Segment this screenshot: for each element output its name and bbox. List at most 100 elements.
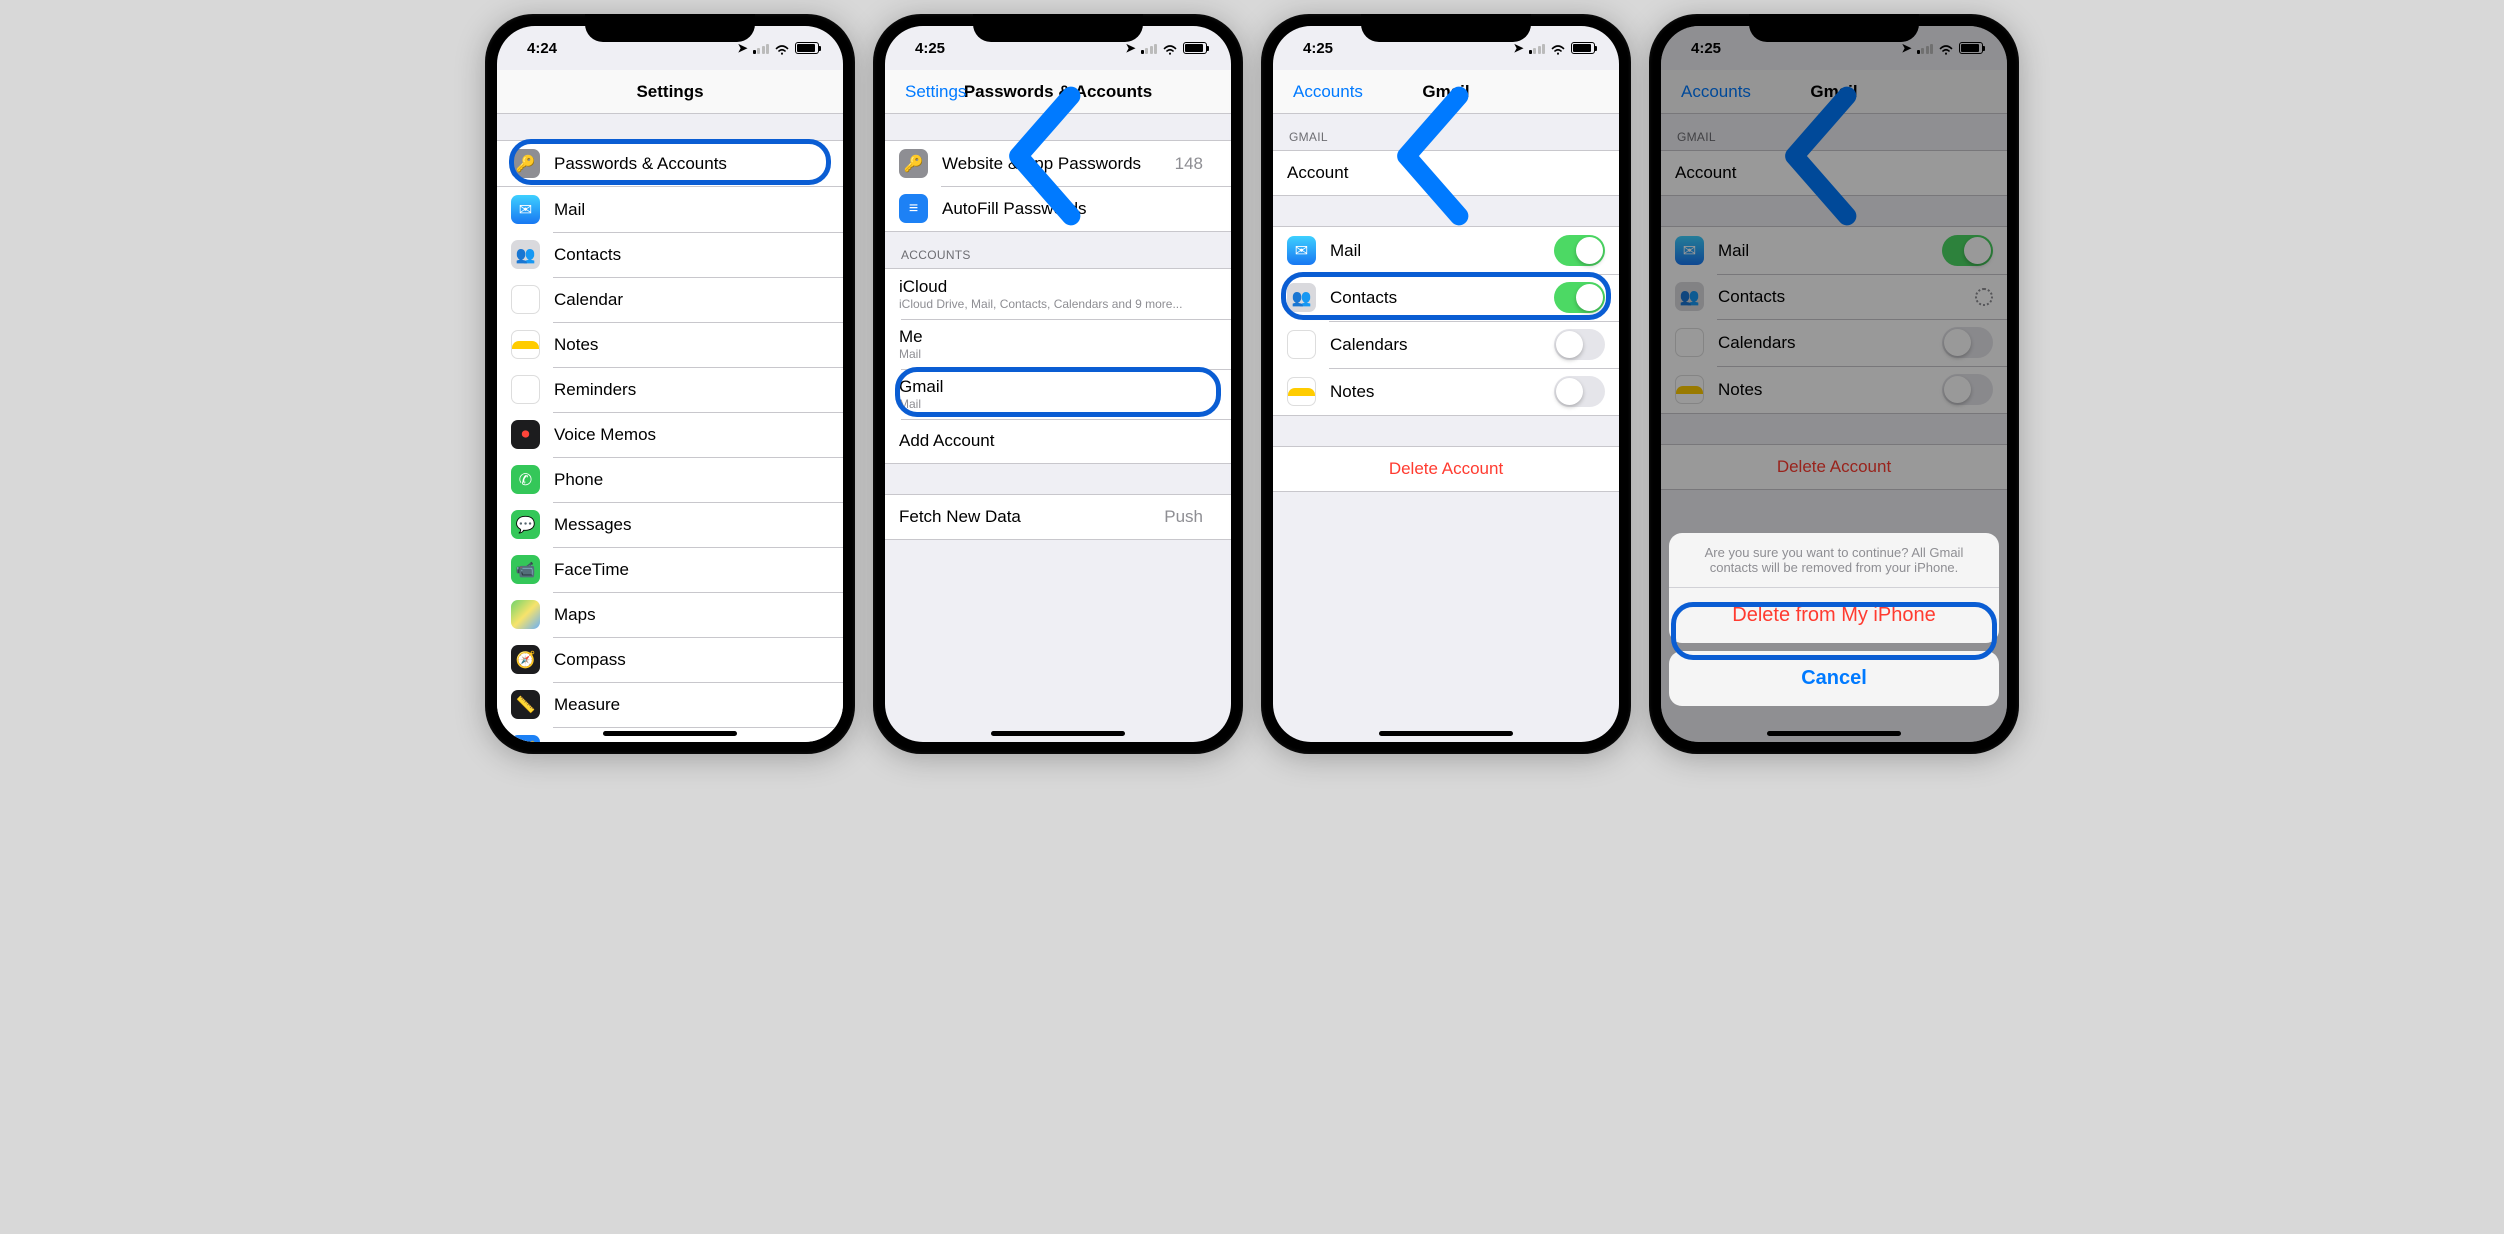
notes-icon [1287,377,1316,406]
battery-icon [1183,42,1207,54]
wifi-icon [774,42,790,54]
cell-notes-toggle[interactable]: Notes [1273,368,1619,415]
measure-icon: 📏 [511,690,540,719]
cell-voice-memos[interactable]: ⏺ Voice Memos [497,412,843,457]
cell-mail[interactable]: ✉︎ Mail [497,187,843,232]
cellular-icon [753,43,770,54]
notch [585,14,755,42]
cell-calendars-toggle[interactable]: Calendars [1273,321,1619,368]
cell-compass[interactable]: 🧭 Compass [497,637,843,682]
chevron-right-icon [821,698,829,712]
chevron-right-icon [1597,166,1605,180]
cell-notes[interactable]: Notes [497,322,843,367]
back-button[interactable]: Accounts [1273,81,1363,103]
chevron-right-icon [1209,157,1217,171]
cell-maps[interactable]: Maps [497,592,843,637]
cell-mail-toggle[interactable]: ✉︎ Mail [1273,227,1619,274]
section-header-accounts: ACCOUNTS [885,232,1231,268]
mail-icon: ✉︎ [1287,236,1316,265]
phone-frame-1: 4:24 ➤ Settings 🔑 Passwords & Accounts ✉… [485,14,855,754]
location-icon: ➤ [1125,41,1135,55]
wifi-icon [1162,42,1178,54]
key-icon: 🔑 [511,149,540,178]
toggle-contacts[interactable] [1554,282,1605,313]
cell-facetime[interactable]: 📹 FaceTime [497,547,843,592]
phone-frame-4: 4:25 ➤ Accounts Gmail GMAIL Account ✉︎ M… [1649,14,2019,754]
cellular-icon [1529,43,1546,54]
chevron-right-icon [821,653,829,667]
wifi-icon [1550,42,1566,54]
cell-add-account[interactable]: Add Account [885,419,1231,463]
notes-icon [511,330,540,359]
cell-contacts-toggle[interactable]: 👥 Contacts [1273,274,1619,321]
chevron-right-icon [1209,287,1217,301]
navbar: Settings [497,70,843,114]
chevron-right-icon [821,428,829,442]
cell-reminders[interactable]: Reminders [497,367,843,412]
navbar: Accounts Gmail [1273,70,1619,114]
cell-phone[interactable]: ✆ Phone [497,457,843,502]
navbar: Settings Passwords & Accounts [885,70,1231,114]
home-indicator[interactable] [603,731,737,736]
toggle-mail[interactable] [1554,235,1605,266]
status-time: 4:25 [915,40,945,57]
cell-messages[interactable]: 💬 Messages [497,502,843,547]
chevron-right-icon [821,248,829,262]
cell-me-account[interactable]: Me Mail [885,319,1231,369]
delete-account-button[interactable]: Delete Account [1273,447,1619,491]
location-icon: ➤ [737,41,747,55]
chevron-right-icon [821,157,829,171]
chevron-right-icon [1209,434,1217,448]
reminders-icon [511,375,540,404]
calendar-icon [511,285,540,314]
chevron-right-icon [1209,387,1217,401]
contacts-icon: 👥 [511,240,540,269]
cancel-button[interactable]: Cancel [1669,651,1999,706]
cell-fetch-new-data[interactable]: Fetch New Data Push [885,495,1231,539]
cell-gmail-account[interactable]: Gmail Mail [885,369,1231,419]
toggle-notes[interactable] [1554,376,1605,407]
facetime-icon: 📹 [511,555,540,584]
voice-memos-icon: ⏺ [511,420,540,449]
home-indicator[interactable] [1379,731,1513,736]
safari-icon: 🧭 [511,735,540,742]
chevron-right-icon [821,518,829,532]
chevron-right-icon [1209,202,1217,216]
chevron-left-icon [891,81,905,103]
cell-measure[interactable]: 📏 Measure [497,682,843,727]
home-indicator[interactable] [991,731,1125,736]
phone-frame-3: 4:25 ➤ Accounts Gmail GMAIL Account ✉︎ M… [1261,14,1631,754]
cell-icloud-account[interactable]: iCloud iCloud Drive, Mail, Contacts, Cal… [885,269,1231,319]
home-indicator[interactable] [1767,731,1901,736]
battery-icon [1571,42,1595,54]
chevron-right-icon [821,338,829,352]
chevron-right-icon [821,203,829,217]
sheet-message: Are you sure you want to continue? All G… [1669,533,1999,587]
chevron-right-icon [821,563,829,577]
mail-icon: ✉︎ [511,195,540,224]
maps-icon [511,600,540,629]
chevron-right-icon [821,293,829,307]
contacts-icon: 👥 [1287,283,1316,312]
calendar-icon [1287,330,1316,359]
cellular-icon [1141,43,1158,54]
delete-from-iphone-button[interactable]: Delete from My iPhone [1669,587,1999,643]
compass-icon: 🧭 [511,645,540,674]
phone-frame-2: 4:25 ➤ Settings Passwords & Accounts 🔑 W… [873,14,1243,754]
notch [973,14,1143,42]
chevron-right-icon [821,608,829,622]
battery-icon [795,42,819,54]
cell-contacts[interactable]: 👥 Contacts [497,232,843,277]
toggle-calendars[interactable] [1554,329,1605,360]
status-time: 4:24 [527,40,557,57]
back-button[interactable]: Settings [885,81,966,103]
chevron-right-icon [821,383,829,397]
chevron-left-icon [1279,81,1293,103]
phone-icon: ✆ [511,465,540,494]
status-time: 4:25 [1303,40,1333,57]
cell-passwords-accounts[interactable]: 🔑 Passwords & Accounts [497,141,843,186]
chevron-right-icon [821,473,829,487]
cell-calendar[interactable]: Calendar [497,277,843,322]
action-sheet: Are you sure you want to continue? All G… [1669,533,1999,714]
chevron-right-icon [1209,510,1217,524]
